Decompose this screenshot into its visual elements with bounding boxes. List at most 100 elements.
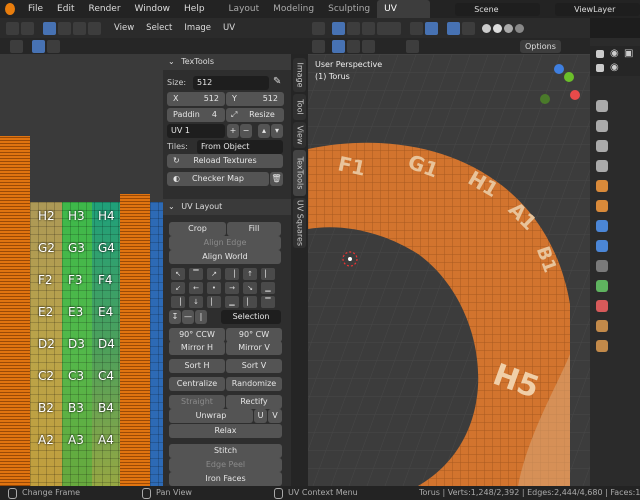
delete-checker-button[interactable]: 🗑	[270, 172, 283, 186]
eye-icon[interactable]: ◉	[610, 48, 619, 59]
mirror-h-button[interactable]: Mirror H	[169, 341, 225, 355]
tool-cursor-icon[interactable]	[10, 39, 23, 53]
align-direction-icon[interactable]: ↖	[171, 268, 185, 280]
sort-h-button[interactable]: Sort H	[169, 359, 225, 373]
menu-help[interactable]: Help	[177, 4, 212, 14]
scene-selector[interactable]: Scene	[455, 2, 541, 16]
align-direction-icon[interactable]: ▏	[243, 296, 257, 308]
uv-island-strip-right[interactable]	[120, 194, 150, 486]
sort-v-button[interactable]: Sort V	[226, 359, 282, 373]
render-icon[interactable]	[596, 120, 608, 132]
tab-view[interactable]: View	[293, 122, 306, 148]
unwrap-button[interactable]: Unwrap	[169, 409, 253, 423]
iron-faces-button[interactable]: Iron Faces	[169, 472, 282, 486]
size-dropdown[interactable]: 512	[193, 76, 269, 90]
mirror-v-button[interactable]: Mirror V	[226, 341, 282, 355]
menu-edit[interactable]: Edit	[50, 4, 81, 14]
size-y-field[interactable]: Y 512	[226, 92, 284, 106]
align-direction-icon[interactable]: ▕	[171, 296, 185, 308]
tab-uv-editing[interactable]: UV Editing	[377, 0, 431, 32]
select-box-icon[interactable]	[32, 39, 45, 53]
menu-image[interactable]: Image	[178, 23, 217, 33]
sync-selection-icon[interactable]	[21, 21, 34, 35]
centralize-button[interactable]: Centralize	[169, 377, 225, 391]
object-icon[interactable]	[596, 220, 608, 232]
viewport-nav-buttons[interactable]	[576, 114, 588, 174]
gizmo-icon[interactable]	[425, 21, 438, 35]
align-direction-icon[interactable]: ▏	[261, 268, 275, 280]
constraint-icon[interactable]	[596, 300, 608, 312]
transform-pivot-icon[interactable]	[332, 21, 345, 35]
vertex-select-icon[interactable]	[43, 21, 56, 35]
tab-modeling[interactable]: Modeling	[266, 0, 321, 18]
checkbox-icon[interactable]	[596, 50, 604, 58]
size-x-field[interactable]: X 512	[167, 92, 225, 106]
rotate-ccw-button[interactable]: 90° CCW	[169, 328, 225, 342]
rectify-button[interactable]: Rectify	[226, 395, 282, 409]
menu-view[interactable]: View	[108, 23, 140, 33]
tab-image[interactable]: Image	[293, 58, 306, 92]
tiles-dropdown[interactable]: From Object	[197, 140, 283, 154]
crop-button[interactable]: Crop	[169, 222, 226, 236]
falloff-icon[interactable]	[377, 21, 401, 35]
unwrap-u-button[interactable]: U	[254, 409, 267, 423]
proportional-edit-icon[interactable]	[362, 21, 375, 35]
view-layer-selector[interactable]: ViewLayer	[555, 2, 640, 16]
unwrap-v-button[interactable]: V	[268, 409, 282, 423]
tab-tool[interactable]: Tool	[293, 94, 306, 120]
menu-window[interactable]: Window	[128, 4, 178, 14]
align-direction-icon[interactable]: ←	[189, 282, 203, 294]
material-icon[interactable]	[596, 340, 608, 352]
align-direction-icon[interactable]: ▏	[207, 296, 221, 308]
physics-icon[interactable]	[596, 280, 608, 292]
menu-render[interactable]: Render	[81, 4, 127, 14]
align-direction-icon[interactable]: ▁	[261, 282, 275, 294]
textools-header[interactable]: ⌄ TexTools	[163, 54, 291, 70]
checkbox-icon[interactable]	[596, 64, 604, 72]
viewport-vertex-mode-icon[interactable]	[332, 39, 345, 53]
visibility-icon[interactable]	[410, 21, 423, 35]
face-select-icon[interactable]	[73, 21, 86, 35]
align-direction-icon[interactable]: ▔	[261, 296, 275, 308]
output-icon[interactable]	[596, 140, 608, 152]
modifier-icon[interactable]	[596, 240, 608, 252]
uv-editor-canvas[interactable]: H2 H3 H4 G2 G3 G4 F2 F3 F4 E2 E3 E4 D2 D3 D4 C2 C3 C4 B2 B3…	[0, 54, 163, 486]
menu-file[interactable]: File	[21, 4, 50, 14]
navigation-gizmo[interactable]	[538, 62, 586, 110]
tab-uv-squares[interactable]: UV Squares	[293, 198, 306, 248]
shading-modes[interactable]	[482, 23, 524, 33]
align-direction-icon[interactable]: ▕	[225, 268, 239, 280]
resize-button[interactable]: ⤢ Resize	[226, 108, 284, 122]
align-direction-icon[interactable]: →	[225, 282, 239, 294]
stitch-button[interactable]: Stitch	[169, 444, 282, 458]
align-direction-icon[interactable]: ↑	[243, 268, 257, 280]
world-icon[interactable]	[596, 200, 608, 212]
viewport-edge-mode-icon[interactable]	[347, 39, 360, 53]
uv-layout-header[interactable]: ⌄ UV Layout	[163, 199, 291, 215]
menu-select[interactable]: Select	[140, 23, 178, 33]
data-icon[interactable]	[596, 320, 608, 332]
scene-icon[interactable]	[596, 180, 608, 192]
viewport-cursor-icon[interactable]	[312, 39, 325, 53]
uv-map-dropdown[interactable]: UV 1	[167, 124, 225, 138]
align-direction-icon[interactable]: ▁	[225, 296, 239, 308]
particles-icon[interactable]	[596, 260, 608, 272]
overlay-icon[interactable]	[447, 21, 460, 35]
reload-textures-button[interactable]: ↻ Reload Textures	[167, 154, 283, 168]
align-direction-icon[interactable]: ↓	[189, 296, 203, 308]
view-layer-icon[interactable]	[596, 160, 608, 172]
menu-uv[interactable]: UV	[217, 23, 241, 33]
edge-peel-button[interactable]: Edge Peel	[169, 458, 282, 472]
select-mode-icon[interactable]	[47, 39, 60, 53]
align-mid-button[interactable]: —	[182, 310, 194, 324]
edge-select-icon[interactable]	[58, 21, 71, 35]
3d-viewport[interactable]: F1 G1 H1 A1 B1 H5 User Perspective (1) T…	[308, 54, 590, 486]
options-dropdown[interactable]: Options	[520, 39, 561, 53]
align-min-button[interactable]: ↧	[169, 310, 181, 324]
tab-sculpting[interactable]: Sculpting	[321, 0, 377, 18]
viewport-face-mode-icon[interactable]	[362, 39, 375, 53]
selection-dropdown[interactable]: Selection	[221, 310, 281, 324]
editor-type-icon[interactable]	[6, 21, 19, 35]
rotate-cw-button[interactable]: 90° CW	[226, 328, 282, 342]
eyedropper-icon[interactable]: ✎	[273, 76, 281, 87]
